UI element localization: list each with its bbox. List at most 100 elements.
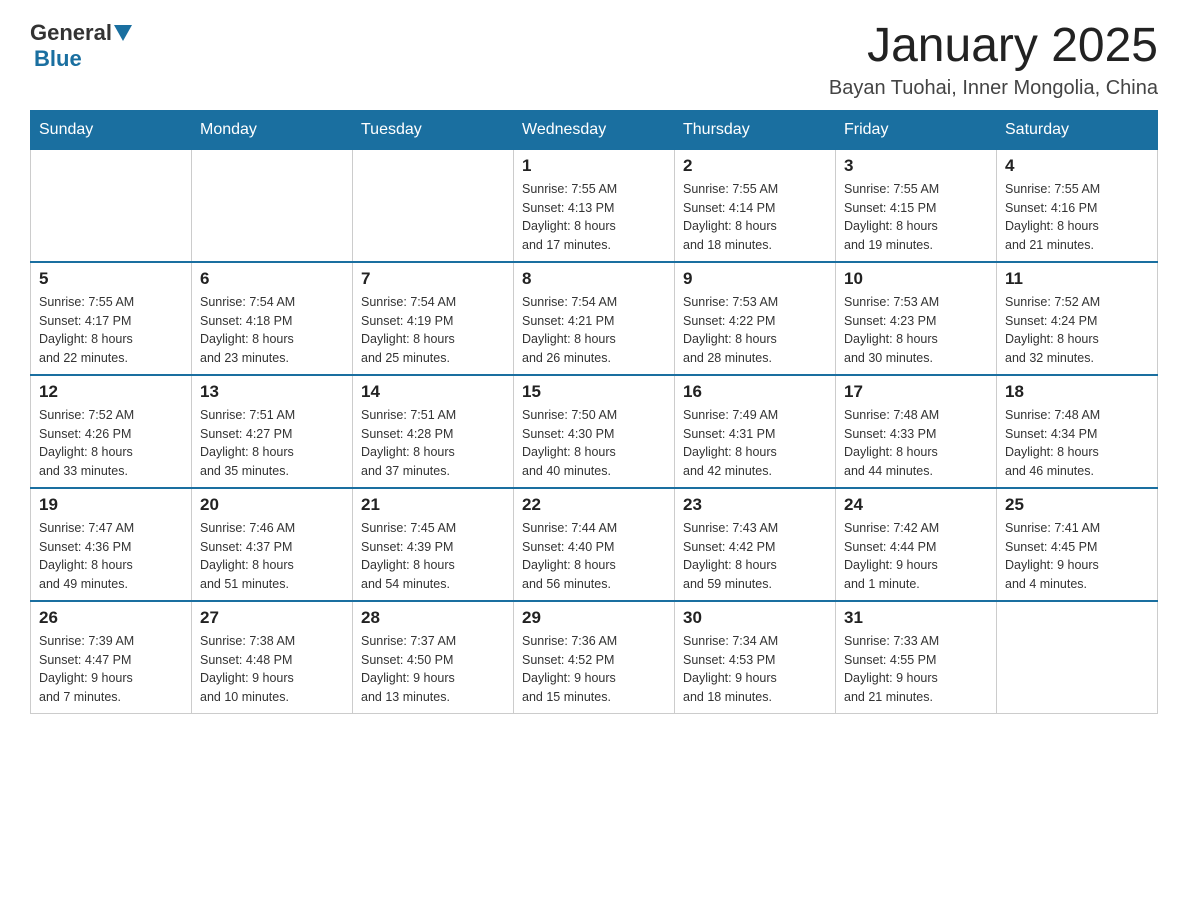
day-number: 19 xyxy=(39,495,183,515)
day-info: Sunrise: 7:38 AMSunset: 4:48 PMDaylight:… xyxy=(200,632,344,707)
calendar-cell: 1Sunrise: 7:55 AMSunset: 4:13 PMDaylight… xyxy=(514,149,675,262)
day-number: 27 xyxy=(200,608,344,628)
logo-general-text: General xyxy=(30,20,112,46)
day-info: Sunrise: 7:48 AMSunset: 4:34 PMDaylight:… xyxy=(1005,406,1149,481)
column-header-saturday: Saturday xyxy=(997,110,1158,149)
calendar-cell: 13 Sunrise: 7:51 AMSunset: 4:27 PMDayligh… xyxy=(192,375,353,488)
calendar-cell xyxy=(31,149,192,262)
day-info: Sunrise: 7:53 AMSunset: 4:22 PMDaylight:… xyxy=(683,293,827,368)
calendar-cell: 14 Sunrise: 7:51 AMSunset: 4:28 PMDayligh… xyxy=(353,375,514,488)
day-number: 1 xyxy=(522,156,666,176)
day-number: 11 xyxy=(1005,269,1149,289)
day-number: 28 xyxy=(361,608,505,628)
logo: General Blue xyxy=(30,20,132,72)
day-number: 7 xyxy=(361,269,505,289)
calendar-cell: 16Sunrise: 7:49 AMSunset: 4:31 PMDayligh… xyxy=(675,375,836,488)
calendar-cell: 9Sunrise: 7:53 AMSunset: 4:22 PMDaylight… xyxy=(675,262,836,375)
column-header-tuesday: Tuesday xyxy=(353,110,514,149)
day-number: 2 xyxy=(683,156,827,176)
column-header-sunday: Sunday xyxy=(31,110,192,149)
calendar-cell: 3 Sunrise: 7:55 AMSunset: 4:15 PMDaylight… xyxy=(836,149,997,262)
calendar-week-row: 26 Sunrise: 7:39 AMSunset: 4:47 PMDayligh… xyxy=(31,601,1158,714)
day-number: 13 xyxy=(200,382,344,402)
calendar-cell: 10 Sunrise: 7:53 AMSunset: 4:23 PMDayligh… xyxy=(836,262,997,375)
day-info: Sunrise: 7:37 AMSunset: 4:50 PMDaylight:… xyxy=(361,632,505,707)
calendar-table: SundayMondayTuesdayWednesdayThursdayFrid… xyxy=(30,110,1158,714)
day-number: 15 xyxy=(522,382,666,402)
day-number: 24 xyxy=(844,495,988,515)
day-number: 31 xyxy=(844,608,988,628)
column-header-wednesday: Wednesday xyxy=(514,110,675,149)
day-info: Sunrise: 7:54 AMSunset: 4:18 PMDaylight:… xyxy=(200,293,344,368)
day-info: Sunrise: 7:52 AMSunset: 4:24 PMDaylight:… xyxy=(1005,293,1149,368)
day-number: 23 xyxy=(683,495,827,515)
calendar-cell: 25 Sunrise: 7:41 AMSunset: 4:45 PMDayligh… xyxy=(997,488,1158,601)
location-title: Bayan Tuohai, Inner Mongolia, China xyxy=(829,77,1158,100)
day-number: 10 xyxy=(844,269,988,289)
calendar-cell: 19 Sunrise: 7:47 AMSunset: 4:36 PMDayligh… xyxy=(31,488,192,601)
day-info: Sunrise: 7:55 AMSunset: 4:14 PMDaylight:… xyxy=(683,180,827,255)
day-info: Sunrise: 7:36 AMSunset: 4:52 PMDaylight:… xyxy=(522,632,666,707)
day-info: Sunrise: 7:55 AMSunset: 4:17 PMDaylight:… xyxy=(39,293,183,368)
day-info: Sunrise: 7:48 AMSunset: 4:33 PMDaylight:… xyxy=(844,406,988,481)
day-number: 22 xyxy=(522,495,666,515)
calendar-cell: 31 Sunrise: 7:33 AMSunset: 4:55 PMDayligh… xyxy=(836,601,997,714)
day-number: 18 xyxy=(1005,382,1149,402)
day-number: 6 xyxy=(200,269,344,289)
day-info: Sunrise: 7:41 AMSunset: 4:45 PMDaylight:… xyxy=(1005,519,1149,594)
month-title: January 2025 xyxy=(829,20,1158,73)
column-header-thursday: Thursday xyxy=(675,110,836,149)
day-number: 3 xyxy=(844,156,988,176)
day-number: 5 xyxy=(39,269,183,289)
day-number: 20 xyxy=(200,495,344,515)
calendar-cell: 17 Sunrise: 7:48 AMSunset: 4:33 PMDayligh… xyxy=(836,375,997,488)
calendar-cell: 5 Sunrise: 7:55 AMSunset: 4:17 PMDaylight… xyxy=(31,262,192,375)
day-number: 25 xyxy=(1005,495,1149,515)
column-header-friday: Friday xyxy=(836,110,997,149)
calendar-week-row: 1Sunrise: 7:55 AMSunset: 4:13 PMDaylight… xyxy=(31,149,1158,262)
calendar-cell: 2 Sunrise: 7:55 AMSunset: 4:14 PMDaylight… xyxy=(675,149,836,262)
calendar-cell: 18 Sunrise: 7:48 AMSunset: 4:34 PMDayligh… xyxy=(997,375,1158,488)
day-info: Sunrise: 7:51 AMSunset: 4:27 PMDaylight:… xyxy=(200,406,344,481)
day-info: Sunrise: 7:45 AMSunset: 4:39 PMDaylight:… xyxy=(361,519,505,594)
calendar-cell: 26 Sunrise: 7:39 AMSunset: 4:47 PMDayligh… xyxy=(31,601,192,714)
day-number: 26 xyxy=(39,608,183,628)
day-number: 12 xyxy=(39,382,183,402)
title-area: January 2025 Bayan Tuohai, Inner Mongoli… xyxy=(829,20,1158,100)
calendar-cell xyxy=(353,149,514,262)
calendar-cell: 24Sunrise: 7:42 AMSunset: 4:44 PMDayligh… xyxy=(836,488,997,601)
day-info: Sunrise: 7:49 AMSunset: 4:31 PMDaylight:… xyxy=(683,406,827,481)
calendar-cell: 30Sunrise: 7:34 AMSunset: 4:53 PMDayligh… xyxy=(675,601,836,714)
calendar-cell xyxy=(997,601,1158,714)
logo-arrow-icon xyxy=(114,25,132,43)
day-number: 4 xyxy=(1005,156,1149,176)
day-info: Sunrise: 7:51 AMSunset: 4:28 PMDaylight:… xyxy=(361,406,505,481)
day-info: Sunrise: 7:53 AMSunset: 4:23 PMDaylight:… xyxy=(844,293,988,368)
calendar-cell: 22Sunrise: 7:44 AMSunset: 4:40 PMDayligh… xyxy=(514,488,675,601)
day-number: 8 xyxy=(522,269,666,289)
day-number: 14 xyxy=(361,382,505,402)
day-info: Sunrise: 7:55 AMSunset: 4:16 PMDaylight:… xyxy=(1005,180,1149,255)
calendar-cell: 28 Sunrise: 7:37 AMSunset: 4:50 PMDayligh… xyxy=(353,601,514,714)
day-info: Sunrise: 7:46 AMSunset: 4:37 PMDaylight:… xyxy=(200,519,344,594)
page-header: General Blue January 2025 Bayan Tuohai, … xyxy=(30,20,1158,100)
day-info: Sunrise: 7:34 AMSunset: 4:53 PMDaylight:… xyxy=(683,632,827,707)
logo-blue-text: Blue xyxy=(34,46,82,72)
calendar-cell: 21Sunrise: 7:45 AMSunset: 4:39 PMDayligh… xyxy=(353,488,514,601)
day-number: 17 xyxy=(844,382,988,402)
calendar-cell: 20 Sunrise: 7:46 AMSunset: 4:37 PMDayligh… xyxy=(192,488,353,601)
day-info: Sunrise: 7:52 AMSunset: 4:26 PMDaylight:… xyxy=(39,406,183,481)
calendar-cell: 27 Sunrise: 7:38 AMSunset: 4:48 PMDayligh… xyxy=(192,601,353,714)
day-info: Sunrise: 7:43 AMSunset: 4:42 PMDaylight:… xyxy=(683,519,827,594)
calendar-cell: 12 Sunrise: 7:52 AMSunset: 4:26 PMDayligh… xyxy=(31,375,192,488)
day-info: Sunrise: 7:47 AMSunset: 4:36 PMDaylight:… xyxy=(39,519,183,594)
calendar-cell: 6 Sunrise: 7:54 AMSunset: 4:18 PMDaylight… xyxy=(192,262,353,375)
calendar-cell: 29Sunrise: 7:36 AMSunset: 4:52 PMDayligh… xyxy=(514,601,675,714)
day-info: Sunrise: 7:39 AMSunset: 4:47 PMDaylight:… xyxy=(39,632,183,707)
day-info: Sunrise: 7:50 AMSunset: 4:30 PMDaylight:… xyxy=(522,406,666,481)
day-info: Sunrise: 7:33 AMSunset: 4:55 PMDaylight:… xyxy=(844,632,988,707)
calendar-cell: 11 Sunrise: 7:52 AMSunset: 4:24 PMDayligh… xyxy=(997,262,1158,375)
column-header-monday: Monday xyxy=(192,110,353,149)
day-info: Sunrise: 7:55 AMSunset: 4:15 PMDaylight:… xyxy=(844,180,988,255)
calendar-cell xyxy=(192,149,353,262)
